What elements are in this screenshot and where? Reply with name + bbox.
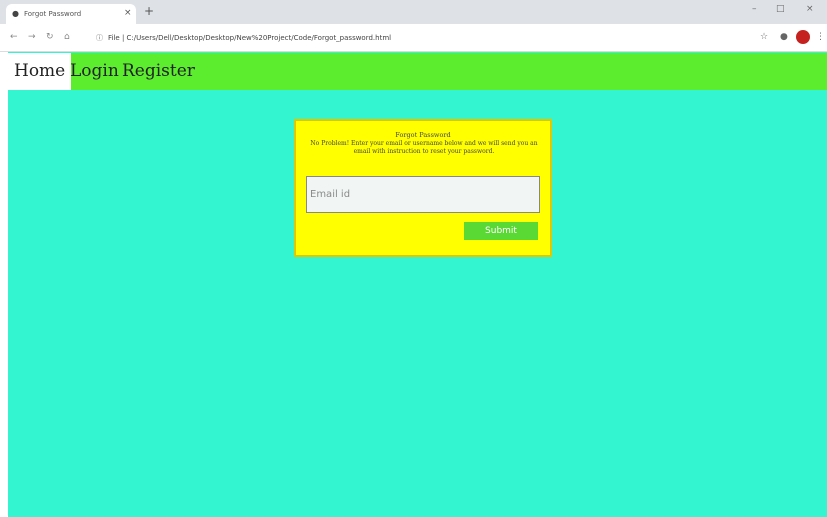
new-tab-icon[interactable]: + [144, 4, 154, 18]
extension-icon[interactable]: ● [780, 32, 788, 42]
tab-title: Forgot Password [24, 10, 82, 18]
info-icon[interactable]: ⓘ [96, 33, 103, 43]
profile-avatar[interactable] [796, 30, 810, 44]
submit-button[interactable]: Submit [464, 222, 538, 240]
forgot-password-card: Forgot Password No Problem! Enter your e… [294, 119, 552, 257]
top-navbar: Home Login Register [8, 53, 827, 90]
minimize-icon[interactable]: – [752, 4, 757, 14]
page-viewport: Home Login Register Forgot Password No P… [8, 52, 827, 517]
forward-icon[interactable]: → [28, 32, 36, 42]
browser-tab[interactable]: ● Forgot Password × [6, 4, 136, 24]
close-window-icon[interactable]: × [806, 4, 814, 14]
globe-icon: ● [12, 9, 19, 18]
url-text: File | C:/Users/Dell/Desktop/Desktop/New… [108, 34, 392, 42]
back-icon[interactable]: ← [10, 32, 18, 42]
nav-register-link[interactable]: Register [116, 53, 201, 90]
browser-toolbar: ← → ↻ ⌂ ⓘ File | C:/Users/Dell/Desktop/D… [0, 24, 827, 52]
browser-tabstrip: ● Forgot Password × + – □ × [0, 0, 827, 24]
home-icon[interactable]: ⌂ [64, 32, 70, 42]
card-title: Forgot Password [395, 131, 451, 139]
menu-icon[interactable]: ⋮ [816, 32, 825, 42]
email-input[interactable] [306, 176, 540, 213]
reload-icon[interactable]: ↻ [46, 32, 54, 42]
nav-home-link[interactable]: Home [8, 53, 72, 90]
close-tab-icon[interactable]: × [124, 8, 132, 18]
address-bar[interactable]: ⓘ File | C:/Users/Dell/Desktop/Desktop/N… [96, 30, 736, 46]
bookmark-star-icon[interactable]: ☆ [760, 32, 768, 42]
card-message: No Problem! Enter your email or username… [310, 140, 538, 155]
maximize-icon[interactable]: □ [776, 4, 785, 14]
